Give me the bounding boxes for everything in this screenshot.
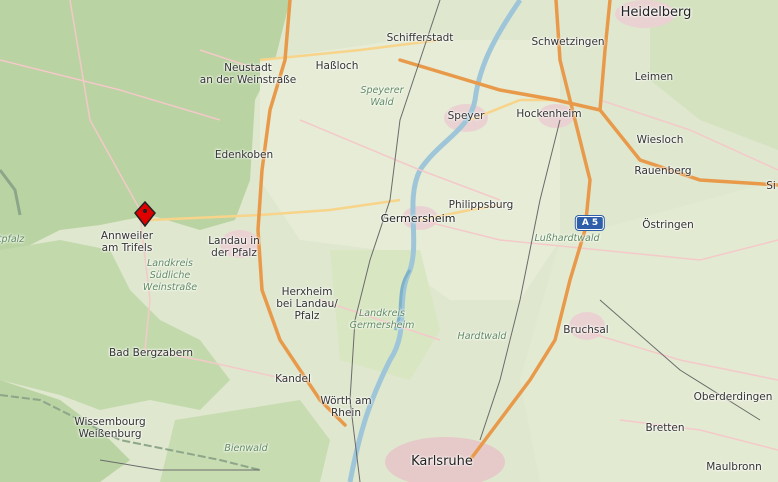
map-label-maulbronn[interactable]: Maulbronn (706, 461, 762, 473)
map-label-oberderdingen[interactable]: Oberderdingen (694, 391, 773, 403)
map-label-sinsheim-edge: Si (766, 180, 776, 192)
map-label-herxheim[interactable]: Herxheim bei Landau/ Pfalz (276, 286, 338, 322)
map-label-annweiler[interactable]: Annweiler am Trifels (101, 230, 153, 254)
map-label-heidelberg[interactable]: Heidelberg (621, 6, 692, 19)
map-label-schwetzingen[interactable]: Schwetzingen (531, 36, 604, 48)
map-label-hockenheim[interactable]: Hockenheim (516, 108, 581, 120)
map-label-pfalz-edge: tpfalz (0, 234, 25, 245)
map-label-bienwald: Bienwald (224, 443, 268, 454)
map-label-hardtwald: Hardtwald (457, 331, 507, 342)
map-label-leimen[interactable]: Leimen (635, 71, 673, 83)
location-marker-icon[interactable] (134, 201, 156, 227)
map-label-bruchsal[interactable]: Bruchsal (563, 324, 608, 336)
map-view[interactable]: Heidelberg Schifferstadt Schwetzingen Ne… (0, 0, 778, 482)
map-label-germersheim[interactable]: Germersheim (381, 213, 456, 225)
map-label-landkreis-suedliche-weinstrasse: Landkreis Südliche Weinstraße (142, 258, 198, 293)
map-label-lusshardtwald: Lußhardtwald (534, 233, 600, 244)
map-label-karlsruhe[interactable]: Karlsruhe (411, 455, 473, 468)
map-label-woerth[interactable]: Wörth am Rhein (320, 395, 371, 419)
map-label-wiesloch[interactable]: Wiesloch (637, 134, 684, 146)
map-label-bad-bergzabern[interactable]: Bad Bergzabern (109, 347, 193, 359)
map-label-edenkoben[interactable]: Edenkoben (215, 149, 273, 161)
map-label-speyer[interactable]: Speyer (448, 110, 485, 122)
map-label-neustadt[interactable]: Neustadt an der Weinstraße (200, 62, 296, 86)
map-label-philippsburg[interactable]: Philippsburg (449, 199, 514, 211)
map-label-landau[interactable]: Landau in der Pfalz (208, 235, 260, 259)
map-label-rauenberg[interactable]: Rauenberg (634, 165, 691, 177)
map-label-hassloch[interactable]: Haßloch (316, 60, 359, 72)
map-label-ostringen[interactable]: Östringen (642, 219, 694, 231)
map-label-kandel[interactable]: Kandel (275, 373, 311, 385)
map-label-schifferstadt[interactable]: Schifferstadt (387, 32, 454, 44)
map-label-speyerer-wald: Speyerer Wald (360, 85, 404, 108)
map-label-wissembourg[interactable]: Wissembourg Weißenburg (74, 416, 145, 440)
map-label-landkreis-germersheim: Landkreis Germersheim (349, 308, 415, 331)
motorway-shield-a5: A 5 (575, 216, 605, 230)
map-label-bretten[interactable]: Bretten (645, 422, 684, 434)
